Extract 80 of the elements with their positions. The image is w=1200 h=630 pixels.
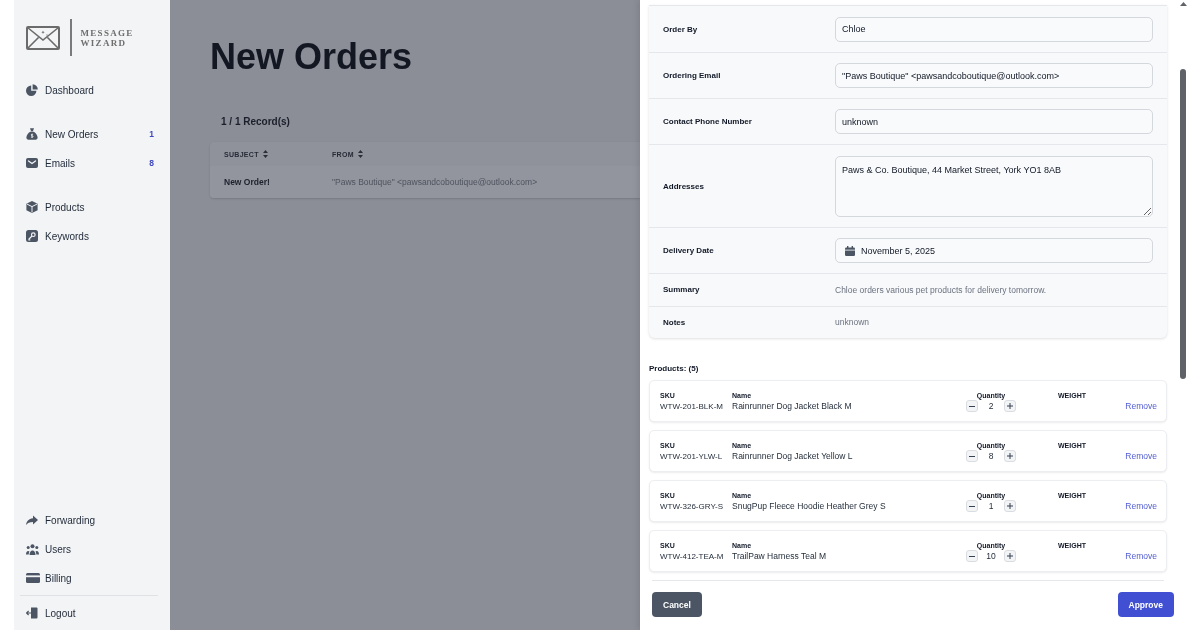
decrease-button[interactable] xyxy=(966,400,978,412)
approve-button[interactable]: Approve xyxy=(1117,592,1174,617)
product-name: TrailPaw Harness Teal M xyxy=(732,550,826,562)
section-heading: Products: (5) xyxy=(649,363,699,375)
item-count: 1 xyxy=(149,129,154,139)
sort-icon[interactable] xyxy=(357,150,363,158)
increase-button[interactable] xyxy=(1004,500,1016,512)
field-value: Chloe orders various pet products for delivery tomorrow. xyxy=(835,284,1047,295)
logout-icon[interactable] xyxy=(26,607,38,619)
plus-icon xyxy=(1007,403,1013,409)
increase-button[interactable] xyxy=(1004,450,1016,462)
field-label: Order By xyxy=(663,24,698,34)
sort-icon[interactable] xyxy=(262,150,268,158)
pie-chart-icon[interactable] xyxy=(26,84,38,96)
item-count: 8 xyxy=(149,158,154,168)
quantity-value: 10 xyxy=(985,550,997,562)
box-icon[interactable] xyxy=(26,201,38,213)
nav-link[interactable]: Products xyxy=(26,192,158,222)
increase-button[interactable] xyxy=(1004,400,1016,412)
envelope-logo-icon xyxy=(26,25,60,50)
field-value: unknown xyxy=(835,317,870,328)
sku-text: WTW-201-YLW-L xyxy=(660,450,723,462)
increase-button[interactable] xyxy=(1004,550,1016,562)
sku-text: WTW-201-BLK-M xyxy=(660,400,723,412)
table-cell: "Paws Boutique" <pawsandcoboutique@outlook.com> xyxy=(332,177,538,187)
quantity-value: 2 xyxy=(987,400,995,412)
key-icon[interactable] xyxy=(26,230,38,242)
sku-text: WTW-412-TEA-M xyxy=(660,550,724,562)
minus-icon xyxy=(969,555,975,557)
users-icon[interactable] xyxy=(26,543,39,555)
remove-link[interactable]: Remove xyxy=(1125,550,1157,562)
text-field[interactable]: unknown xyxy=(835,109,1153,134)
remove-link[interactable]: Remove xyxy=(1125,450,1157,462)
address-field[interactable]: Paws & Co. Boutique, 44 Market Street, York YO1 8AB xyxy=(835,155,1153,217)
plus-icon xyxy=(1007,553,1013,559)
quantity-value: 8 xyxy=(987,450,995,462)
text-field[interactable]: "Paws Boutique" <pawsandcoboutique@outlook.com> xyxy=(835,63,1153,88)
field-label: Contact Phone Number xyxy=(663,117,752,126)
field-label: Delivery Date xyxy=(663,246,714,255)
field-label: Addresses xyxy=(663,181,704,191)
scrollbar-thumb[interactable] xyxy=(1180,69,1186,379)
field-label: Summary xyxy=(663,285,700,295)
nav-link[interactable]: New Orders 1 xyxy=(26,119,158,149)
page-title: New Orders xyxy=(210,37,413,77)
minus-icon xyxy=(969,405,975,407)
decrease-button[interactable] xyxy=(966,500,978,512)
calendar-icon xyxy=(845,245,855,256)
minus-icon xyxy=(969,505,975,507)
bag-icon[interactable] xyxy=(26,128,38,140)
date-field[interactable]: November 5, 2025 xyxy=(835,238,1153,263)
record-count: 1 / 1 Record(s) xyxy=(221,116,290,128)
nav-link[interactable]: Keywords xyxy=(26,221,158,251)
product-name: SnugPup Fleece Hoodie Heather Grey S xyxy=(732,500,886,512)
brand-name: MESSAGE WIZARD xyxy=(80,27,135,48)
remove-link[interactable]: Remove xyxy=(1125,400,1157,412)
field-label: Notes xyxy=(663,317,686,327)
credit-card-icon[interactable] xyxy=(26,573,40,583)
decrease-button[interactable] xyxy=(966,450,978,462)
arrow-icon[interactable] xyxy=(26,515,38,525)
nav-link[interactable]: Forwarding xyxy=(26,505,158,535)
minus-icon xyxy=(969,455,975,457)
nav-link[interactable]: Billing xyxy=(26,563,158,593)
quantity-value: 1 xyxy=(987,500,995,512)
nav-link[interactable]: Emails 8 xyxy=(26,148,158,178)
field-label: Ordering Email xyxy=(663,71,721,80)
sku-text: WTW-326-GRY-S xyxy=(660,500,723,512)
nav-link[interactable]: Dashboard xyxy=(26,75,158,105)
envelope-icon[interactable] xyxy=(26,158,38,168)
cancel-button[interactable]: Cancel xyxy=(652,592,702,617)
product-name: Rainrunner Dog Jacket Black M xyxy=(732,400,852,412)
remove-link[interactable]: Remove xyxy=(1125,500,1157,512)
table-cell: New Order! xyxy=(224,177,270,187)
product-name: Rainrunner Dog Jacket Yellow L xyxy=(732,450,853,462)
arrow-up-icon[interactable] xyxy=(1179,2,1187,6)
decrease-button[interactable] xyxy=(966,550,978,562)
plus-icon xyxy=(1007,503,1013,509)
nav-link[interactable]: Users xyxy=(26,534,158,564)
plus-icon xyxy=(1007,453,1013,459)
nav-link[interactable]: Logout xyxy=(26,598,158,628)
text-field[interactable]: Chloe xyxy=(835,16,1153,42)
